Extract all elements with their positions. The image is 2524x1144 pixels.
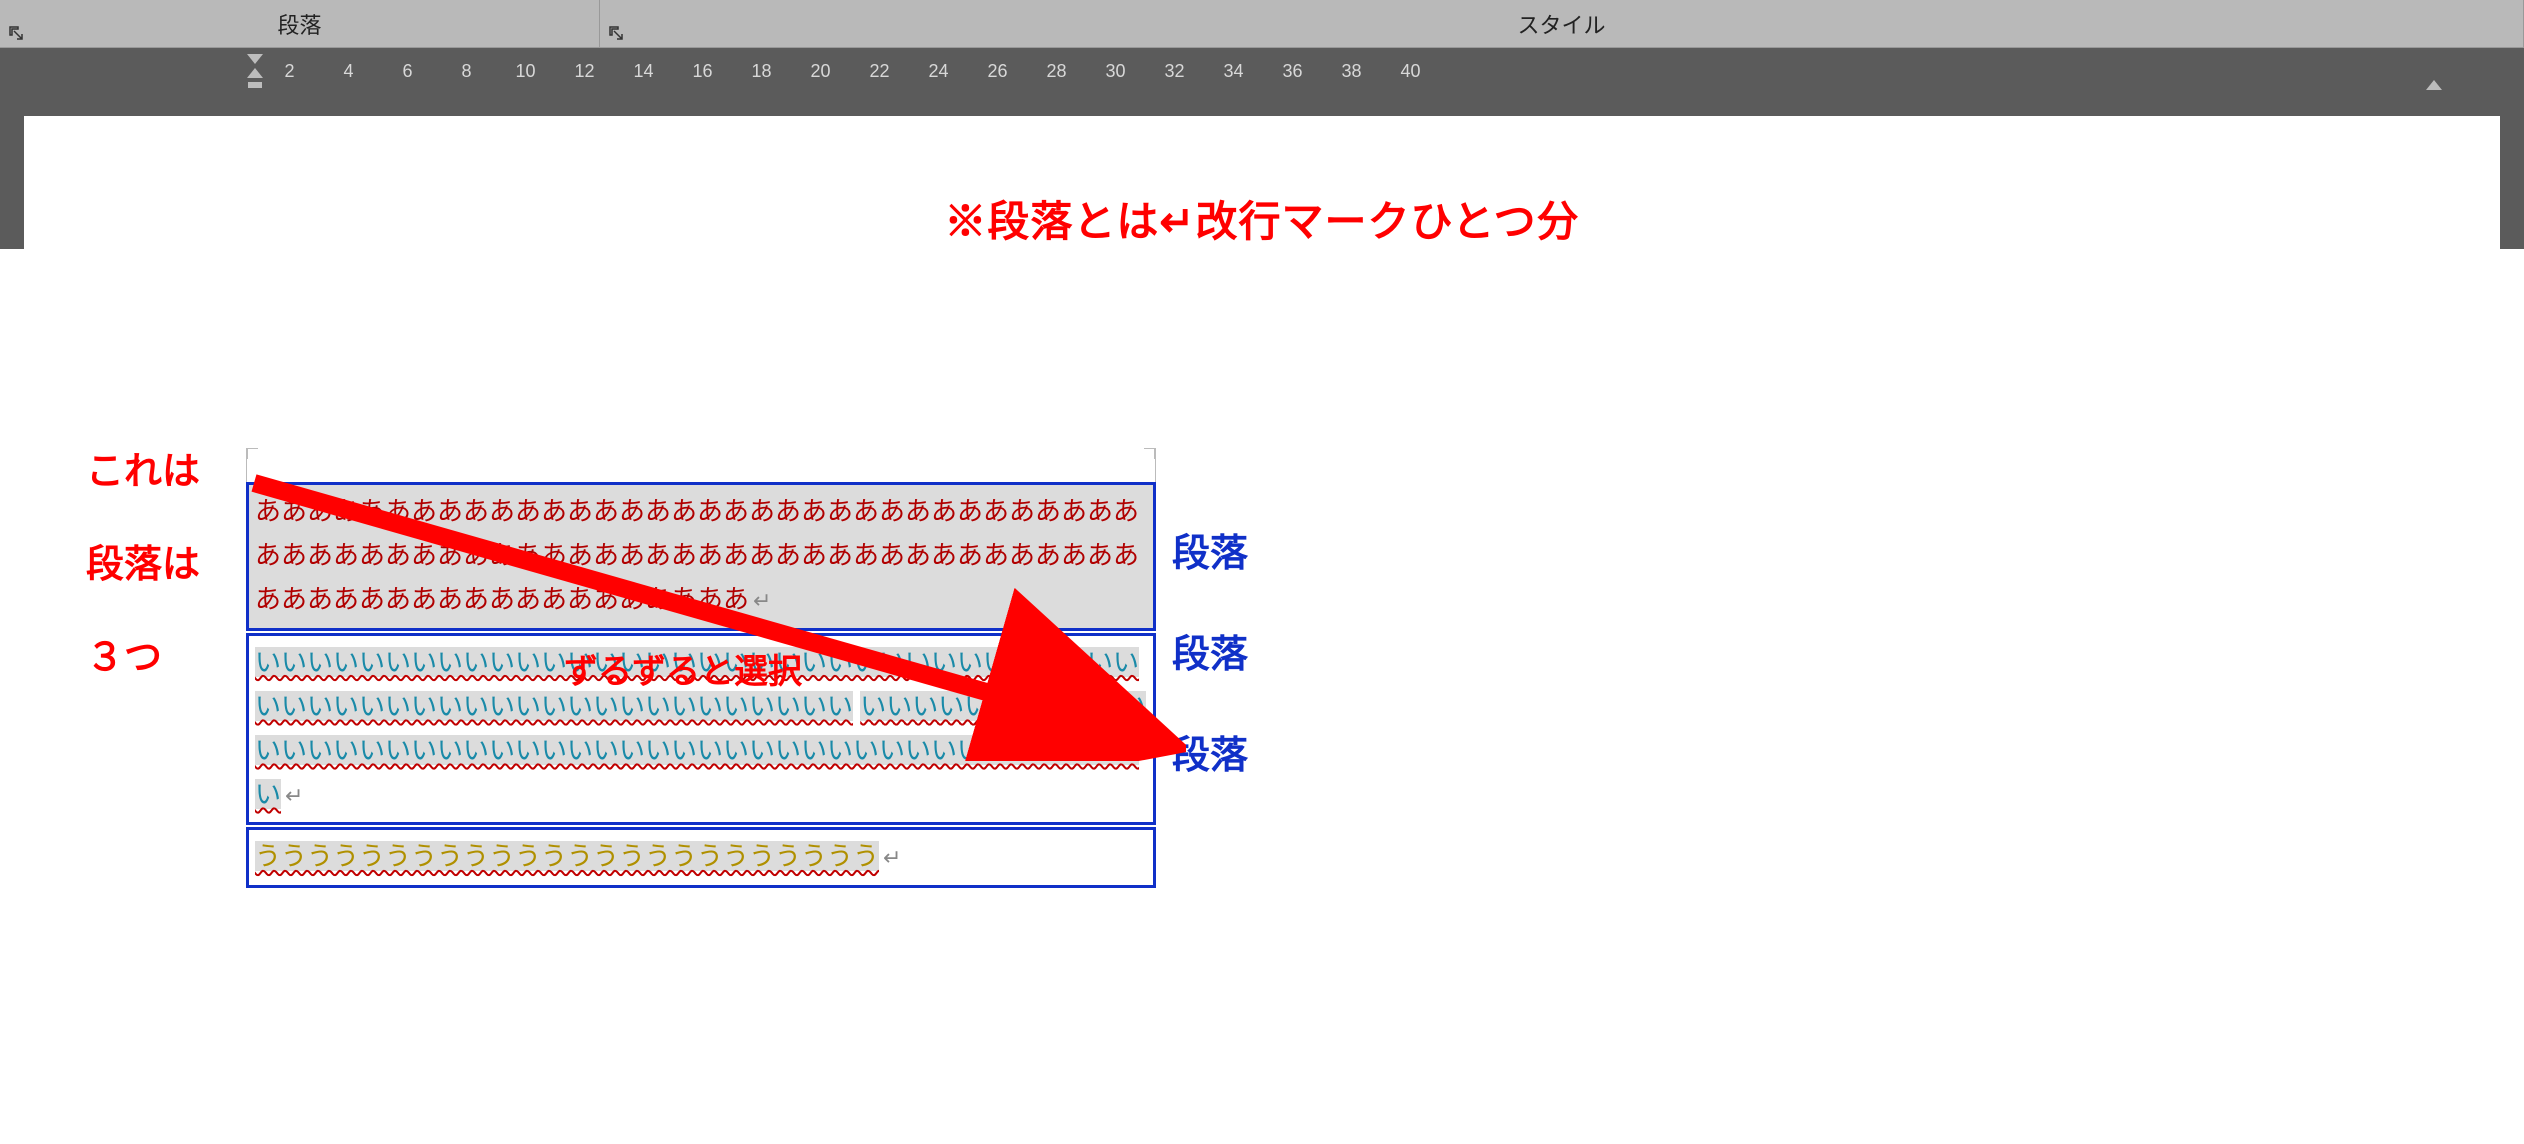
- ruler-tick: 24: [909, 61, 968, 82]
- ruler-tick: 38: [1322, 61, 1381, 82]
- pilcrow-icon: ↵: [753, 588, 771, 613]
- ruler-numbers: 2 4 6 8 10 12 14 16 18 20 22 24 26 28 30…: [260, 48, 2524, 94]
- text-run[interactable]: うううううううううううううううううううううううう: [255, 841, 879, 871]
- annotation-title: ※段落とは↵改行マークひとつ分: [24, 188, 2500, 249]
- document-viewport: ※段落とは↵改行マークひとつ分 これは 段落は ３つ 段落 段落 段落 ああああ…: [0, 94, 2524, 249]
- ruler-tick: 30: [1086, 61, 1145, 82]
- ribbon-group-paragraph: 段落: [0, 0, 600, 47]
- horizontal-ruler[interactable]: 2 4 6 8 10 12 14 16 18 20 22 24 26 28 30…: [0, 48, 2524, 94]
- ruler-tick: 22: [850, 61, 909, 82]
- annotation-text: これは: [86, 440, 200, 495]
- ruler-tick: 4: [319, 61, 378, 82]
- ruler-tick: 34: [1204, 61, 1263, 82]
- text-run[interactable]: ああああああああああああああああああああああああああああああああああ: [255, 540, 1139, 570]
- ruler-tick: 16: [673, 61, 732, 82]
- paragraph-3[interactable]: うううううううううううううううううううううううう↵: [246, 827, 1156, 887]
- ruler-tick: 12: [555, 61, 614, 82]
- ruler-tick: 28: [1027, 61, 1086, 82]
- pilcrow-icon: ↵: [285, 783, 303, 808]
- ruler-tick: 36: [1263, 61, 1322, 82]
- ruler-tick: 6: [378, 61, 437, 82]
- ruler-tick: 18: [732, 61, 791, 82]
- ruler-tick: 32: [1145, 61, 1204, 82]
- dialog-launcher-icon[interactable]: [6, 23, 26, 43]
- ribbon-bar: 段落 スタイル: [0, 0, 2524, 48]
- ruler-tick: 10: [496, 61, 555, 82]
- pilcrow-icon: ↵: [883, 845, 901, 870]
- ribbon-group-label: スタイル: [1517, 8, 1605, 40]
- dialog-launcher-icon[interactable]: [606, 23, 626, 43]
- text-run[interactable]: ああああああああああああああああああああああああああああああああああ: [255, 496, 1139, 526]
- annotation-text: 段落: [1172, 623, 1248, 678]
- annotation-arrow-label: ずるずると選択: [564, 644, 802, 693]
- annotation-text: 段落は: [86, 533, 200, 588]
- margin-guide: [246, 448, 1156, 482]
- ruler-tick: 26: [968, 61, 1027, 82]
- right-indent-marker-icon[interactable]: [2426, 80, 2442, 90]
- text-run[interactable]: あああああああああああああああああああ: [255, 584, 749, 614]
- ruler-tick: 20: [791, 61, 850, 82]
- ribbon-group-label: 段落: [277, 8, 321, 40]
- ribbon-group-style: スタイル: [600, 0, 2524, 47]
- annotation-text: ３つ: [86, 626, 200, 681]
- ruler-tick: 2: [260, 61, 319, 82]
- ruler-tick: 40: [1381, 61, 1440, 82]
- annotation-text: 段落: [1172, 724, 1248, 779]
- document-page[interactable]: ※段落とは↵改行マークひとつ分 これは 段落は ３つ 段落 段落 段落 ああああ…: [24, 116, 2500, 249]
- paragraph-1[interactable]: ああああああああああああああああああああああああああああああああああ あああああ…: [246, 482, 1156, 631]
- ruler-tick: 8: [437, 61, 496, 82]
- annotation-left: これは 段落は ３つ: [86, 446, 200, 681]
- ruler-tick: 14: [614, 61, 673, 82]
- annotation-right: 段落 段落 段落: [1172, 522, 1248, 779]
- annotation-text: 段落: [1172, 522, 1248, 577]
